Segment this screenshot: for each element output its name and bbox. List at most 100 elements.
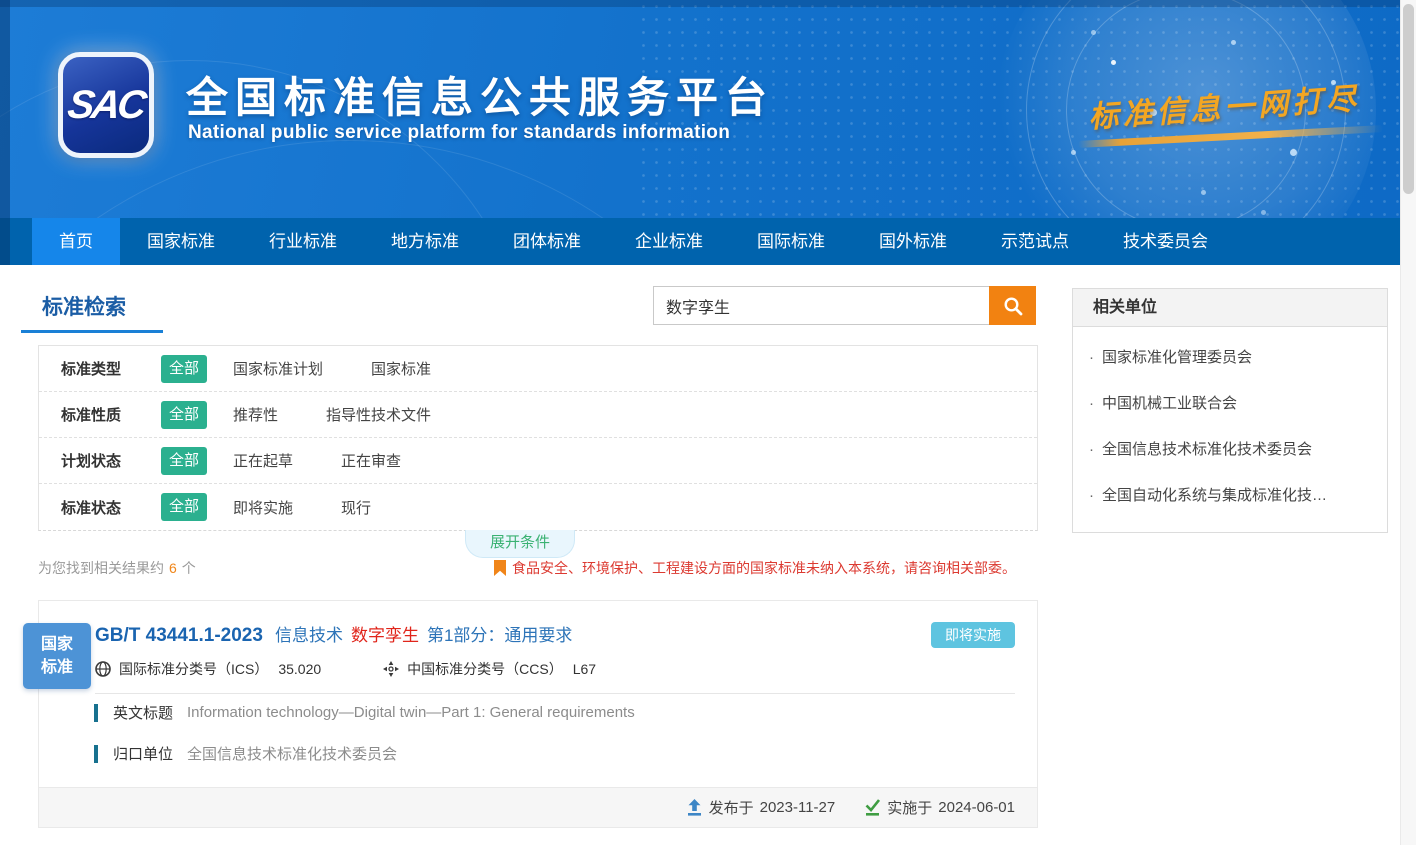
header-left-shade <box>0 0 10 218</box>
nav-item-local-standards[interactable]: 地方标准 <box>364 218 486 265</box>
standard-title-highlight: 数字孪生 <box>351 621 419 646</box>
related-unit-link[interactable]: · 全国信息技术标准化技术委员会 <box>1073 427 1387 473</box>
system-notice: 食品安全、环境保护、工程建设方面的国家标准未纳入本系统，请咨询相关部委。 <box>494 558 1016 578</box>
implement-date-group: 实施于 2024-06-01 <box>865 797 1015 818</box>
filter-row-nature: 标准性质 全部 推荐性 指导性技术文件 <box>39 392 1037 438</box>
scrollbar-track[interactable] <box>1400 0 1416 845</box>
results-count: 为您找到相关结果约6个 <box>38 558 196 578</box>
bullet: · <box>1089 395 1094 412</box>
scrollbar-thumb[interactable] <box>1403 4 1414 194</box>
standard-title-suffix: 第1部分：通用要求 <box>427 621 572 646</box>
sac-logo[interactable]: SAC <box>58 52 154 158</box>
filter-option[interactable]: 正在起草 <box>233 450 293 471</box>
type-badge-line2: 标准 <box>23 656 91 679</box>
filter-all-button[interactable]: 全部 <box>161 493 207 521</box>
standard-type-badge: 国家 标准 <box>23 623 91 689</box>
committee-value: 全国信息技术标准化技术委员会 <box>187 743 397 764</box>
committee-label: 归口单位 <box>113 743 173 764</box>
related-unit-link[interactable]: · 全国自动化系统与集成标准化技… <box>1073 473 1387 519</box>
bullet: · <box>1089 487 1094 504</box>
filter-label: 标准类型 <box>61 358 161 379</box>
search-icon <box>1003 296 1023 316</box>
row-accent-bar <box>94 704 98 722</box>
filter-row-standard-status: 标准状态 全部 即将实施 现行 <box>39 484 1037 530</box>
classification-row: 国际标准分类号（ICS） 35.020 中国标准分类号（CCS） L67 <box>95 659 658 679</box>
ics-label: 国际标准分类号（ICS） <box>119 659 268 679</box>
result-card: 国家 标准 GB/T 43441.1-2023 信息技术 数字孪生 第1部分：通… <box>38 600 1038 828</box>
ics-value: 35.020 <box>278 661 321 677</box>
page-title-underline <box>21 330 163 333</box>
nav-item-group-standards[interactable]: 团体标准 <box>486 218 608 265</box>
english-title-label: 英文标题 <box>113 702 173 723</box>
filter-option[interactable]: 指导性技术文件 <box>326 404 431 425</box>
publish-date: 2023-11-27 <box>760 799 836 816</box>
globe-icon <box>95 661 111 677</box>
status-badge: 即将实施 <box>931 622 1015 648</box>
related-units-list: · 国家标准化管理委员会 · 中国机械工业联合会 · 全国信息技术标准化技术委员会 ·… <box>1073 327 1387 519</box>
filter-all-button[interactable]: 全部 <box>161 447 207 475</box>
notice-text: 食品安全、环境保护、工程建设方面的国家标准未纳入本系统，请咨询相关部委。 <box>512 558 1016 578</box>
bookmark-icon <box>494 560 506 576</box>
nav-item-technical-committees[interactable]: 技术委员会 <box>1096 218 1235 265</box>
search-input[interactable] <box>653 286 989 325</box>
nav-item-home[interactable]: 首页 <box>32 218 120 265</box>
nav-item-pilot-program[interactable]: 示范试点 <box>974 218 1096 265</box>
filter-all-button[interactable]: 全部 <box>161 355 207 383</box>
nav-left-shade <box>0 218 10 265</box>
implement-date: 2024-06-01 <box>938 799 1015 816</box>
bullet: · <box>1089 349 1094 366</box>
related-unit-label: 全国信息技术标准化技术委员会 <box>1102 441 1312 458</box>
filter-option[interactable]: 现行 <box>341 497 371 518</box>
committee-row: 归口单位 全国信息技术标准化技术委员会 <box>94 743 397 764</box>
filter-option[interactable]: 推荐性 <box>233 404 278 425</box>
related-unit-label: 全国自动化系统与集成标准化技… <box>1102 487 1327 504</box>
sac-logo-text: SAC <box>65 83 147 128</box>
filter-row-type: 标准类型 全部 国家标准计划 国家标准 <box>39 346 1037 392</box>
results-count-number: 6 <box>169 560 177 576</box>
filter-option[interactable]: 国家标准 <box>371 358 431 379</box>
ccs-label: 中国标准分类号（CCS） <box>407 659 563 679</box>
publish-date-group: 发布于 2023-11-27 <box>687 797 836 818</box>
type-badge-line1: 国家 <box>23 633 91 656</box>
related-unit-label: 中国机械工业联合会 <box>1102 395 1237 412</box>
implement-check-icon <box>865 799 880 816</box>
publish-icon <box>687 799 702 816</box>
search-button[interactable] <box>989 286 1036 325</box>
filter-option[interactable]: 正在审查 <box>341 450 401 471</box>
bullet: · <box>1089 441 1094 458</box>
nav-item-enterprise-standards[interactable]: 企业标准 <box>608 218 730 265</box>
english-title-row: 英文标题 Information technology—Digital twin… <box>94 702 635 723</box>
page-title: 标准检索 <box>42 291 126 321</box>
ccs-value: L67 <box>573 661 596 677</box>
related-unit-link[interactable]: · 国家标准化管理委员会 <box>1073 335 1387 381</box>
filter-all-button[interactable]: 全部 <box>161 401 207 429</box>
filter-row-plan-status: 计划状态 全部 正在起草 正在审查 <box>39 438 1037 484</box>
site-header: SAC 全国标准信息公共服务平台 National public service… <box>0 0 1416 218</box>
header-top-shade <box>0 0 1416 7</box>
row-accent-bar <box>94 745 98 763</box>
expand-conditions-button[interactable]: 展开条件 <box>465 530 575 558</box>
nav-item-industry-standards[interactable]: 行业标准 <box>242 218 364 265</box>
compass-icon <box>383 661 399 677</box>
filter-option[interactable]: 即将实施 <box>233 497 293 518</box>
filter-label: 标准性质 <box>61 404 161 425</box>
nav-item-national-standards[interactable]: 国家标准 <box>120 218 242 265</box>
filter-box: 标准类型 全部 国家标准计划 国家标准 标准性质 全部 推荐性 指导性技术文件 … <box>38 345 1038 531</box>
card-footer: 发布于 2023-11-27 实施于 2024-06-01 <box>39 787 1037 827</box>
related-unit-label: 国家标准化管理委员会 <box>1102 349 1252 366</box>
glow-dots-decoration <box>1111 60 1116 65</box>
nav-item-international-standards[interactable]: 国际标准 <box>730 218 852 265</box>
site-title: 全国标准信息公共服务平台 <box>186 64 774 125</box>
related-units-panel: 相关单位 · 国家标准化管理委员会 · 中国机械工业联合会 · 全国信息技术标准化技术… <box>1072 288 1388 533</box>
nav-item-foreign-standards[interactable]: 国外标准 <box>852 218 974 265</box>
related-unit-link[interactable]: · 中国机械工业联合会 <box>1073 381 1387 427</box>
card-divider <box>95 693 1015 694</box>
filter-option[interactable]: 国家标准计划 <box>233 358 323 379</box>
related-units-title: 相关单位 <box>1073 289 1387 327</box>
site-subtitle: National public service platform for sta… <box>188 122 730 144</box>
implement-label: 实施于 <box>887 797 932 818</box>
results-count-prefix: 为您找到相关结果约 <box>38 560 164 576</box>
standard-title-link[interactable]: GB/T 43441.1-2023 信息技术 数字孪生 第1部分：通用要求 <box>95 621 907 647</box>
main-nav: 首页 国家标准 行业标准 地方标准 团体标准 企业标准 国际标准 国外标准 示范… <box>0 218 1416 265</box>
filter-label: 计划状态 <box>61 450 161 471</box>
